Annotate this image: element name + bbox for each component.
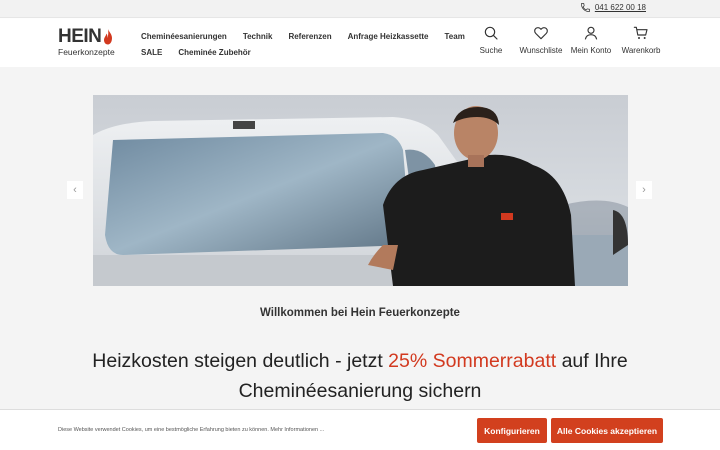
welcome-heading: Willkommen bei Hein Feuerkonzepte	[260, 307, 460, 319]
top-bar: 041 622 00 18	[0, 0, 720, 18]
logo-title: HEIN	[58, 26, 102, 47]
nav-item-cheminee-zubehoer[interactable]: Cheminée Zubehör	[178, 48, 250, 57]
nav-item-technik[interactable]: Technik	[243, 32, 273, 41]
phone-link[interactable]: 041 622 00 18	[580, 2, 646, 13]
slider-prev-button[interactable]: ‹	[67, 181, 83, 199]
main-navigation: Cheminéesanierungen Technik Referenzen A…	[141, 28, 471, 60]
accept-all-cookies-button[interactable]: Alle Cookies akzeptieren	[551, 418, 663, 443]
chevron-right-icon: ›	[642, 184, 646, 196]
heart-icon	[534, 27, 548, 40]
nav-item-sale[interactable]: SALE	[141, 48, 162, 57]
search-icon	[484, 26, 498, 40]
promo-headline: Heizkosten steigen deutlich - jetzt 25% …	[80, 346, 640, 406]
nav-item-referenzen[interactable]: Referenzen	[288, 32, 331, 41]
nav-item-chemineesanierungen[interactable]: Cheminéesanierungen	[141, 32, 227, 41]
phone-icon	[580, 3, 590, 12]
cart-label: Warenkorb	[621, 46, 661, 55]
hero-slider-image	[93, 95, 628, 286]
nav-row: SALE Cheminée Zubehör	[141, 44, 471, 60]
hero-section: ‹ › Willkommen bei Hein Feuerkonzepte He…	[0, 67, 720, 450]
wishlist-button[interactable]: Wunschliste	[518, 25, 564, 55]
headline-accent: 25% Sommerrabatt	[388, 350, 557, 372]
nav-row: Cheminéesanierungen Technik Referenzen A…	[141, 28, 471, 44]
hero-photo	[93, 95, 628, 286]
cart-button[interactable]: Warenkorb	[618, 25, 664, 55]
site-header: HEIN Feuerkonzepte Cheminéesanierungen T…	[0, 19, 720, 67]
headline-text: Heizkosten steigen deutlich - jetzt	[92, 350, 389, 372]
chevron-left-icon: ‹	[73, 184, 77, 196]
account-button[interactable]: Mein Konto	[568, 25, 614, 55]
logo-subtitle: Feuerkonzepte	[58, 47, 115, 57]
search-button[interactable]: Suche	[468, 25, 514, 55]
configure-cookies-button[interactable]: Konfigurieren	[477, 418, 547, 443]
flame-icon	[104, 29, 112, 45]
user-icon	[584, 26, 598, 40]
account-label: Mein Konto	[570, 46, 612, 55]
search-label: Suche	[479, 46, 503, 55]
nav-item-team[interactable]: Team	[445, 32, 465, 41]
cart-icon	[633, 26, 648, 39]
nav-item-anfrage-heizkassette[interactable]: Anfrage Heizkassette	[348, 32, 429, 41]
wishlist-label: Wunschliste	[519, 46, 563, 55]
header-actions: Suche Wunschliste Mein Konto Warenkorb	[464, 25, 664, 55]
cookie-message: Diese Website verwendet Cookies, um eine…	[58, 427, 325, 433]
phone-number[interactable]: 041 622 00 18	[595, 3, 646, 12]
slider-next-button[interactable]: ›	[636, 181, 652, 199]
cookie-banner: Diese Website verwendet Cookies, um eine…	[0, 409, 720, 450]
logo[interactable]: HEIN Feuerkonzepte	[58, 26, 120, 60]
